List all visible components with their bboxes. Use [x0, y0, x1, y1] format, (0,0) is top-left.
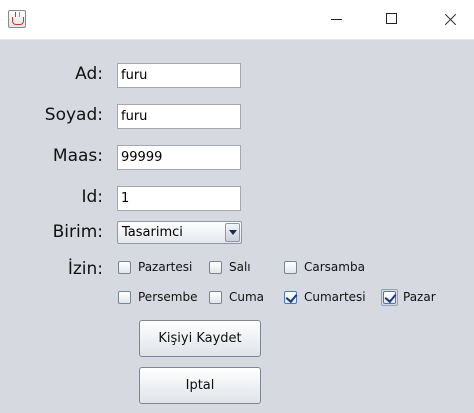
maas-label: Maas: — [52, 146, 103, 166]
checkbox-label: Salı — [229, 260, 251, 274]
cancel-button[interactable]: Iptal — [139, 367, 261, 404]
check-mark-icon — [285, 290, 298, 304]
ad-label: Ad: — [75, 64, 103, 84]
checkbox-label: Pazar — [403, 290, 436, 304]
id-field[interactable] — [117, 186, 241, 211]
checkbox-box[interactable] — [383, 290, 397, 304]
birim-label: Birim: — [52, 222, 103, 242]
soyad-label: Soyad: — [44, 105, 103, 125]
save-person-button[interactable]: Kişiyi Kaydet — [139, 320, 261, 357]
birim-combobox[interactable]: Tasarimci — [117, 221, 242, 244]
checkbox-label: Carsamba — [304, 260, 365, 274]
title-bar — [0, 0, 474, 40]
maas-field[interactable] — [117, 145, 241, 170]
izin-label: İzin: — [67, 259, 103, 279]
checkbox-label: Cumartesi — [304, 290, 366, 304]
checkbox-label: Persembe — [138, 290, 198, 304]
checkbox-box[interactable] — [284, 290, 298, 304]
birim-selected-value: Tasarimci — [122, 225, 183, 240]
java-cup-icon — [8, 10, 26, 28]
soyad-field[interactable] — [117, 104, 241, 129]
checkbox-box[interactable] — [284, 261, 297, 274]
id-label: Id: — [81, 187, 103, 207]
checkbox-box[interactable] — [118, 261, 131, 274]
checkbox-label: Cuma — [229, 290, 265, 304]
chevron-down-icon[interactable] — [225, 223, 240, 242]
checkbox-label: Pazartesi — [138, 260, 193, 274]
ad-field[interactable] — [117, 63, 241, 88]
checkbox-box[interactable] — [209, 261, 222, 274]
minimize-icon[interactable] — [313, 0, 359, 39]
checkbox-box[interactable] — [118, 291, 131, 304]
maximize-icon[interactable] — [369, 0, 415, 39]
check-mark-icon — [384, 290, 397, 304]
close-icon[interactable] — [427, 0, 473, 39]
checkbox-box[interactable] — [209, 291, 222, 304]
